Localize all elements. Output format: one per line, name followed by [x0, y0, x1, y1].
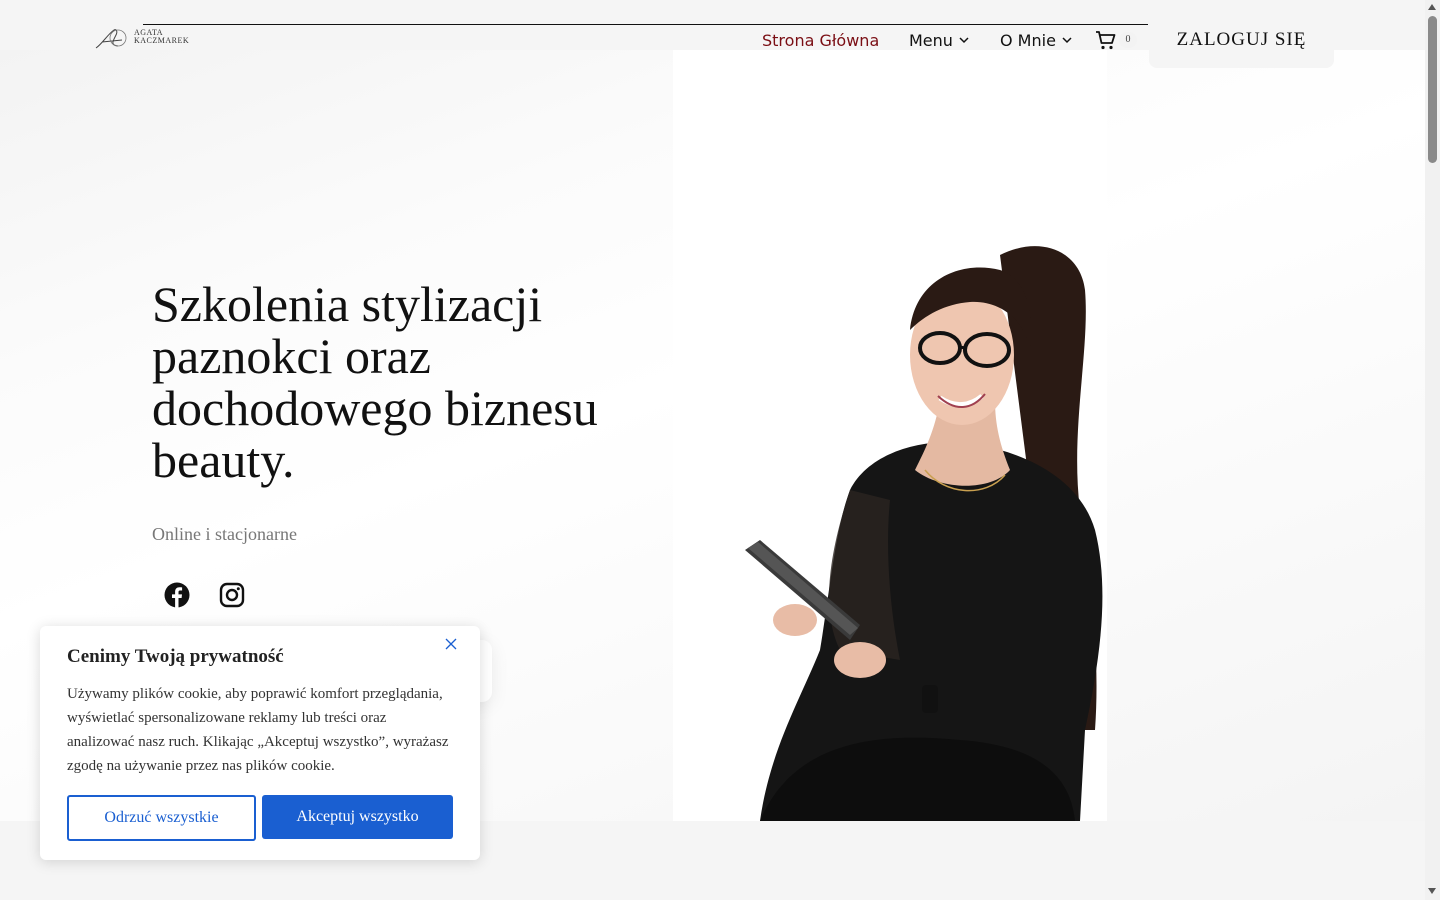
chevron-down-icon: [1062, 37, 1072, 44]
hero-subtitle: Online i stacjonarne: [152, 524, 297, 544]
instagram-icon: [219, 582, 245, 608]
vertical-scrollbar[interactable]: [1425, 0, 1440, 900]
logo-monogram-icon: [95, 29, 127, 49]
nav-home[interactable]: Strona Główna: [762, 29, 879, 51]
instagram-link[interactable]: [218, 581, 246, 609]
chevron-down-icon: [959, 37, 969, 44]
cookie-consent-banner: Cenimy Twoją prywatność Używamy plików c…: [40, 626, 480, 860]
logo[interactable]: AGATA KACZMAREK: [92, 26, 202, 52]
nav-about-label: O Mnie: [1000, 30, 1056, 50]
cart-icon: [1096, 31, 1116, 50]
scroll-up-arrow-icon[interactable]: [1428, 4, 1436, 10]
scroll-down-arrow-icon[interactable]: [1428, 888, 1436, 894]
nav-menu-label: Menu: [909, 30, 953, 50]
login-button[interactable]: ZALOGUJ SIĘ: [1149, 11, 1334, 68]
header-divider: [143, 24, 1148, 25]
hero-portrait-image: [745, 246, 1103, 821]
facebook-icon: [164, 582, 190, 608]
cart-count-badge: 0: [1119, 32, 1137, 48]
scrollbar-thumb[interactable]: [1428, 16, 1437, 163]
accept-all-button[interactable]: Akceptuj wszystko: [262, 795, 453, 839]
facebook-link[interactable]: [163, 581, 191, 609]
cookie-text: Używamy plików cookie, aby poprawić komf…: [67, 686, 449, 774]
nav-menu[interactable]: Menu: [909, 29, 969, 51]
page: AGATA KACZMAREK Strona Główna Menu O Mni…: [0, 0, 1425, 900]
logo-text-line2: KACZMAREK: [134, 36, 190, 45]
logo-text: AGATA KACZMAREK: [134, 29, 189, 45]
nav-about[interactable]: O Mnie: [1000, 29, 1072, 51]
close-icon[interactable]: [443, 636, 459, 652]
reject-all-button[interactable]: Odrzuć wszystkie: [67, 795, 256, 841]
nav-home-label: Strona Główna: [762, 30, 880, 50]
hero-headline: Szkolenia stylizacji paznokci oraz docho…: [152, 276, 598, 488]
cookie-title: Cenimy Twoją prywatność: [67, 646, 284, 667]
